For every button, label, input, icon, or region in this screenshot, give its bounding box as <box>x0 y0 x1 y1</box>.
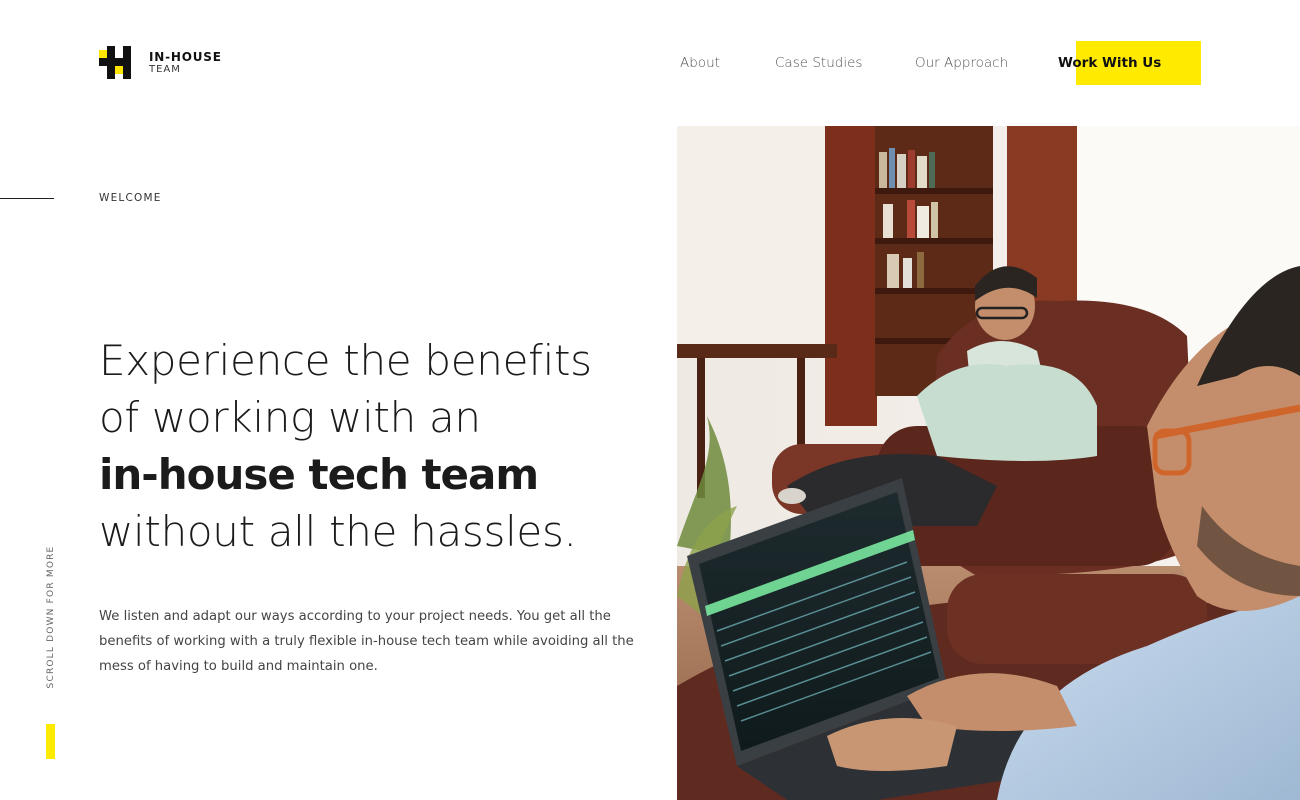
welcome-divider <box>0 198 54 199</box>
scroll-hint: SCROLL DOWN FOR MORE <box>46 545 56 689</box>
welcome-eyebrow: WELCOME <box>99 192 162 204</box>
nav-item-case-studies[interactable]: Case Studies <box>775 55 862 71</box>
work-with-us-button[interactable]: Work With Us <box>1058 55 1161 71</box>
nav-item-our-approach[interactable]: Our Approach <box>915 55 1008 71</box>
hero-headline: Experience the benefits of working with … <box>99 332 659 560</box>
headline-line-4: without all the hassles. <box>99 507 577 556</box>
headline-line-2: of working with an <box>99 393 481 442</box>
headline-line-1: Experience the benefits <box>99 336 592 385</box>
nav-item-about[interactable]: About <box>680 55 720 71</box>
main-nav: About Case Studies Our Approach Work Wit… <box>0 40 1300 85</box>
headline-emphasis: in-house tech team <box>99 450 539 499</box>
hero-photo-developers <box>677 126 1300 800</box>
hero-intro-paragraph: We listen and adapt our ways according t… <box>99 609 634 674</box>
scroll-indicator-bar[interactable] <box>46 724 55 759</box>
